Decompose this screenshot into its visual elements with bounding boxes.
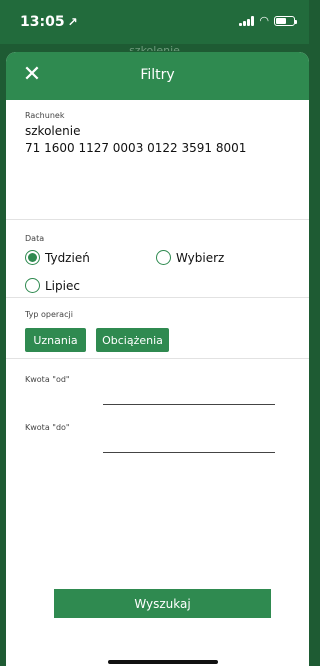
radio-wybierz[interactable]: Wybierz [156, 250, 224, 265]
filters-header: ✕ Filtry [6, 52, 309, 100]
amount-to-row: Kwota "do" [6, 423, 309, 471]
radio-selected-icon [25, 250, 40, 265]
account-label: Rachunek [25, 111, 65, 120]
amount-to-label: Kwota "do" [25, 423, 70, 432]
battery-icon [274, 16, 297, 26]
account-number: 71 1600 1127 0003 0122 3591 8001 [25, 141, 247, 155]
amount-from-row: Kwota "od" [6, 375, 309, 423]
operation-type-section: Typ operacji Uznania Obciążenia [6, 298, 309, 359]
status-bar: 13:05 ↗ ◠ [0, 0, 309, 44]
credits-button[interactable]: Uznania [25, 328, 86, 352]
page-title: Filtry [140, 67, 175, 83]
amount-from-label: Kwota "od" [25, 375, 70, 384]
amount-to-input[interactable] [103, 439, 275, 453]
radio-unselected-icon [25, 278, 40, 293]
filters-sheet: ✕ Filtry Rachunek szkolenie 71 1600 1127… [6, 52, 309, 666]
date-label: Data [25, 234, 45, 243]
date-radio-row-1: Tydzień Wybierz [25, 250, 309, 272]
debits-button[interactable]: Obciążenia [96, 328, 169, 352]
radio-tydzien[interactable]: Tydzień [25, 250, 90, 265]
status-icons: ◠ [239, 14, 297, 27]
home-indicator[interactable] [108, 660, 218, 664]
radio-unselected-icon [156, 250, 171, 265]
wifi-icon: ◠ [259, 14, 269, 27]
radio-lipiec[interactable]: Lipiec [25, 278, 80, 293]
amount-from-input[interactable] [103, 391, 275, 405]
operation-type-buttons: Uznania Obciążenia [25, 328, 309, 352]
cellular-signal-icon [239, 16, 255, 26]
background-screen-title: szkolenie [0, 45, 309, 51]
status-time: 13:05 ↗ [20, 14, 78, 30]
date-radio-row-2: Lipiec [25, 278, 309, 300]
radio-wybierz-label: Wybierz [176, 250, 225, 265]
operation-type-label: Typ operacji [25, 310, 73, 319]
date-section: Data Tydzień Wybierz Lipiec [6, 220, 309, 298]
account-name: szkolenie [25, 124, 81, 138]
clock-text: 13:05 [20, 14, 65, 30]
account-section[interactable]: Rachunek szkolenie 71 1600 1127 0003 012… [6, 100, 309, 220]
radio-lipiec-label: Lipiec [45, 278, 80, 293]
location-arrow-icon: ↗ [67, 15, 78, 29]
radio-tydzien-label: Tydzień [45, 250, 90, 265]
search-button[interactable]: Wyszukaj [54, 589, 271, 618]
